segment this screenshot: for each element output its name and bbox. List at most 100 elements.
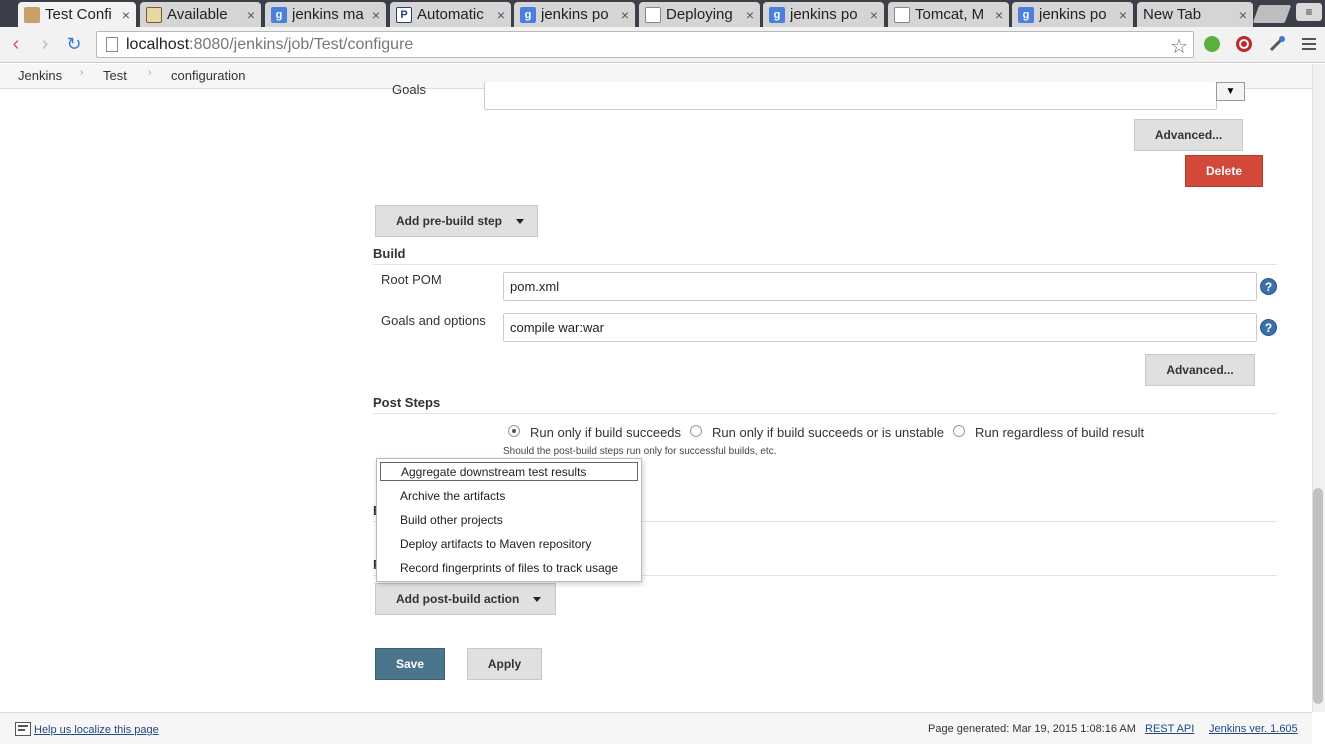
menu-icon[interactable] — [1300, 35, 1318, 53]
page-icon — [106, 37, 118, 52]
apply-button[interactable]: Apply — [467, 648, 542, 680]
tab-label: jenkins po — [790, 6, 858, 23]
tab-jenkins-po-2[interactable]: g jenkins po × — [763, 2, 884, 27]
tab-label: jenkins ma — [292, 6, 364, 23]
url-host: localhost — [126, 35, 190, 53]
page-footer: Help us localize this page Page generate… — [0, 712, 1312, 744]
close-icon[interactable]: × — [497, 7, 505, 23]
url-path: :8080/jenkins/job/Test/configure — [189, 35, 414, 53]
menu-item-aggregate-test-results[interactable]: Aggregate downstream test results — [380, 462, 638, 481]
menu-item-archive-artifacts[interactable]: Archive the artifacts — [380, 486, 638, 505]
browser-tab-strip: Test Confi × Available × g jenkins ma × … — [0, 0, 1325, 27]
close-icon[interactable]: × — [372, 7, 380, 23]
help-icon[interactable]: ? — [1260, 319, 1277, 336]
menu-item-record-fingerprints[interactable]: Record fingerprints of files to track us… — [380, 558, 638, 577]
document-icon — [894, 6, 910, 23]
goals-input[interactable] — [484, 82, 1217, 110]
close-icon[interactable]: × — [870, 7, 878, 23]
root-pom-input[interactable]: pom.xml — [503, 272, 1257, 301]
radio-run-if-unstable[interactable] — [690, 425, 702, 437]
pre-step-advanced-button[interactable]: Advanced... — [1134, 119, 1243, 151]
image-icon — [146, 6, 162, 23]
close-icon[interactable]: × — [995, 7, 1003, 23]
breadcrumb-separator: › — [80, 67, 84, 78]
tab-available[interactable]: Available × — [140, 2, 261, 27]
menu-item-build-other-projects[interactable]: Build other projects — [380, 510, 638, 529]
jenkins-icon — [24, 6, 40, 23]
goals-options-input[interactable]: compile war:war — [503, 313, 1257, 342]
close-icon[interactable]: × — [621, 7, 629, 23]
build-section-title: Build — [373, 246, 406, 261]
breadcrumb-jenkins[interactable]: Jenkins — [18, 68, 62, 83]
tab-automatic[interactable]: P Automatic × — [390, 2, 511, 27]
document-icon — [645, 6, 661, 23]
back-arrow-icon[interactable]: ‹ — [5, 33, 27, 55]
tab-label: Deploying — [666, 6, 733, 23]
forward-arrow-icon[interactable]: › — [34, 33, 56, 55]
tab-label: Test Confi — [45, 6, 112, 23]
google-icon: g — [1018, 6, 1034, 23]
tab-new-tab[interactable]: New Tab × — [1137, 2, 1253, 27]
save-button[interactable]: Save — [375, 648, 445, 680]
tab-deploying[interactable]: Deploying × — [639, 2, 760, 27]
add-post-build-action-label: Add post-build action — [396, 592, 520, 606]
p-icon: P — [396, 6, 412, 23]
google-icon: g — [769, 6, 785, 23]
root-pom-label: Root POM — [381, 272, 442, 287]
bookmark-star-icon[interactable]: ☆ — [1170, 34, 1188, 59]
tab-jenkins-po-1[interactable]: g jenkins po × — [514, 2, 635, 27]
breadcrumb-test[interactable]: Test — [103, 68, 127, 83]
adblock-icon[interactable] — [1235, 35, 1253, 53]
close-icon[interactable]: × — [247, 7, 255, 23]
google-icon: g — [271, 6, 287, 23]
goals-dropdown-button[interactable]: ▼ — [1216, 82, 1245, 101]
new-tab-button[interactable] — [1252, 5, 1292, 23]
post-steps-divider — [373, 413, 1277, 414]
radio-label-unstable: Run only if build succeeds or is unstabl… — [712, 425, 944, 440]
breadcrumb-separator: › — [148, 67, 152, 78]
build-divider — [373, 264, 1277, 265]
tab-jenkins-ma[interactable]: g jenkins ma × — [265, 2, 386, 27]
tab-label: jenkins po — [1039, 6, 1107, 23]
localize-link[interactable]: Help us localize this page — [34, 724, 159, 736]
tab-tomcat[interactable]: Tomcat, M × — [888, 2, 1009, 27]
tab-label: Available — [167, 6, 228, 23]
breadcrumb-configuration[interactable]: configuration — [171, 68, 245, 83]
google-icon: g — [520, 6, 536, 23]
radio-run-if-succeeds[interactable] — [508, 425, 520, 437]
close-icon[interactable]: × — [746, 7, 754, 23]
reload-icon[interactable]: ↻ — [63, 33, 85, 55]
localize-icon — [15, 722, 31, 736]
close-icon[interactable]: × — [122, 7, 130, 23]
close-icon[interactable]: × — [1239, 7, 1247, 23]
radio-label-regardless: Run regardless of build result — [975, 425, 1145, 440]
add-pre-build-step-button[interactable]: Add pre-build step — [375, 205, 538, 237]
post-steps-title: Post Steps — [373, 395, 441, 410]
browser-toolbar: ‹ › ↻ localhost:8080/jenkins/job/Test/co… — [0, 27, 1325, 63]
rest-api-link[interactable]: REST API — [1145, 723, 1194, 735]
goals-label: Goals — [392, 82, 426, 97]
menu-item-deploy-maven[interactable]: Deploy artifacts to Maven repository — [380, 534, 638, 553]
post-steps-hint: Should the post-build steps run only for… — [503, 446, 777, 457]
delete-button[interactable]: Delete — [1185, 155, 1263, 187]
radio-run-regardless[interactable] — [953, 425, 965, 437]
help-icon[interactable]: ? — [1260, 278, 1277, 295]
chevron-down-icon — [516, 218, 524, 224]
window-menu-icon[interactable]: ≡ — [1296, 3, 1322, 21]
tab-test-config[interactable]: Test Confi × — [18, 2, 136, 27]
page-generated-text: Page generated: Mar 19, 2015 1:08:16 AM — [928, 723, 1136, 735]
tab-label: New Tab — [1143, 6, 1202, 23]
radio-label-succeeds: Run only if build succeeds — [530, 425, 682, 440]
add-post-build-action-button[interactable]: Add post-build action — [375, 583, 556, 615]
eyedropper-icon[interactable] — [1268, 35, 1286, 53]
address-bar[interactable]: localhost:8080/jenkins/job/Test/configur… — [96, 31, 1194, 58]
chevron-down-icon — [533, 596, 542, 602]
evernote-icon[interactable] — [1203, 35, 1221, 53]
build-advanced-button[interactable]: Advanced... — [1145, 354, 1255, 386]
scrollbar-thumb[interactable] — [1313, 488, 1323, 704]
goals-options-label: Goals and options — [381, 313, 486, 328]
close-icon[interactable]: × — [1119, 7, 1127, 23]
tab-jenkins-po-3[interactable]: g jenkins po × — [1012, 2, 1133, 27]
tab-label: jenkins po — [541, 6, 609, 23]
jenkins-version-link[interactable]: Jenkins ver. 1.605 — [1209, 723, 1298, 735]
